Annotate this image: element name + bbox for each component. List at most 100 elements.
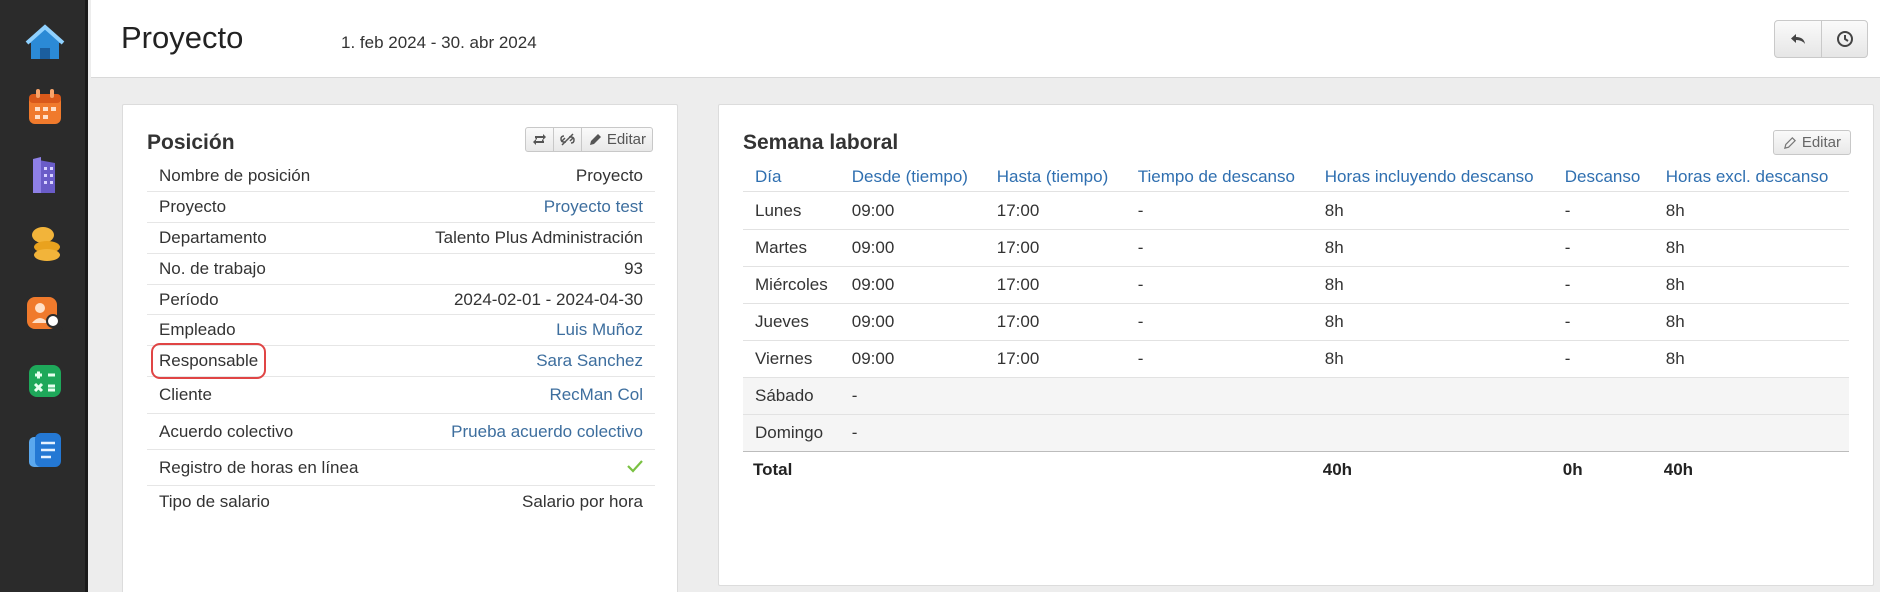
cell-from: 09:00 [839, 229, 985, 267]
detail-label: Registro de horas en línea [159, 457, 359, 477]
responsible-link[interactable]: Sara Sanchez [536, 351, 643, 371]
page-header: Proyecto 1. feb 2024 - 30. abr 2024 [91, 0, 1880, 78]
detail-label: Tipo de salario [159, 492, 270, 511]
cell-to: 17:00 [984, 303, 1126, 341]
col-header-dia[interactable]: Día [743, 161, 840, 192]
app-nav-rail [0, 0, 88, 592]
cell-hours-excl [1653, 414, 1849, 452]
detail-row-proyecto: Proyecto Proyecto test [147, 192, 655, 223]
col-header-descanso[interactable]: Descanso [1553, 161, 1654, 192]
work-week-title: Semana laboral [743, 131, 899, 154]
col-header-tiempo-descanso[interactable]: Tiempo de descanso [1126, 161, 1313, 192]
detail-label-highlighted: Responsable [150, 343, 267, 379]
cell-break-time: - [1125, 303, 1313, 341]
cell-hours-excl: 8h [1653, 340, 1849, 378]
project-link[interactable]: Proyecto test [544, 197, 643, 217]
cell-break [1552, 377, 1654, 415]
position-edit-button[interactable]: Editar [580, 128, 652, 151]
work-week-panel: Semana laboral Editar Día Desde (tiempo)… [718, 104, 1874, 586]
detail-row-salario: Tipo de salario Salario por hora [147, 486, 655, 518]
position-details: Nombre de posición Proyecto Proyecto Pro… [147, 161, 655, 518]
undo-icon [1791, 34, 1805, 44]
page-title: Proyecto [121, 20, 244, 55]
sync-button[interactable] [526, 128, 553, 151]
cell-from: 09:00 [839, 266, 985, 304]
cell-from: 09:00 [839, 303, 985, 341]
cell-from: 09:00 [839, 191, 985, 230]
unlink-icon [560, 133, 575, 146]
cell-break-time [1125, 377, 1313, 415]
col-header-horas-excl[interactable]: Horas excl. descanso [1654, 161, 1849, 192]
cell-break-time: - [1125, 266, 1313, 304]
header-button-group [1774, 20, 1868, 58]
employee-link[interactable]: Luis Muñoz [556, 320, 643, 340]
cell-break: - [1552, 303, 1654, 341]
cell-to: 17:00 [984, 340, 1126, 378]
col-header-desde[interactable]: Desde (tiempo) [840, 161, 985, 192]
detail-value: Salario por hora [522, 492, 643, 511]
person-search-icon[interactable] [22, 290, 68, 336]
position-edit-label: Editar [606, 131, 646, 148]
table-row: Domingo - [743, 414, 1849, 452]
home-icon[interactable] [22, 20, 68, 66]
building-icon[interactable] [22, 152, 68, 198]
unlink-button[interactable] [552, 128, 581, 151]
cell-to: 17:00 [984, 266, 1126, 304]
cell-from: - [839, 377, 985, 415]
total-label: Total [743, 451, 840, 489]
calendar-icon[interactable] [22, 84, 68, 130]
pencil-icon [1783, 136, 1796, 149]
detail-value: 93 [624, 259, 643, 278]
table-row: Miércoles 09:00 17:00 - 8h - 8h [743, 266, 1849, 304]
cell-break: - [1552, 340, 1654, 378]
work-week-edit-label: Editar [1801, 134, 1841, 151]
document-icon[interactable] [22, 428, 68, 474]
col-header-hasta[interactable]: Hasta (tiempo) [985, 161, 1126, 192]
cell-day: Viernes [743, 340, 840, 378]
table-header-row: Día Desde (tiempo) Hasta (tiempo) Tiempo… [743, 161, 1849, 192]
detail-value: Proyecto [575, 166, 643, 185]
cell-to: 17:00 [984, 229, 1126, 267]
detail-label: No. de trabajo [159, 259, 266, 278]
total-hours-incl: 40h [1312, 451, 1553, 489]
position-toolbar: Editar [524, 127, 653, 152]
detail-label: Cliente [159, 385, 212, 404]
work-week-table: Día Desde (tiempo) Hasta (tiempo) Tiempo… [743, 161, 1849, 489]
cell-break-time: - [1125, 340, 1313, 378]
table-row: Sábado - [743, 377, 1849, 415]
coins-icon[interactable] [22, 220, 68, 266]
cell-hours-incl [1312, 414, 1553, 452]
detail-row-responsable: Responsable Sara Sanchez [147, 343, 655, 379]
back-button[interactable] [1775, 21, 1821, 57]
total-break: 0h [1552, 451, 1654, 489]
cell-break [1552, 414, 1654, 452]
detail-row-periodo: Período 2024-02-01 - 2024-04-30 [147, 285, 655, 315]
cell-break: - [1552, 191, 1654, 230]
detail-label: Departamento [159, 228, 267, 247]
cell-break: - [1552, 266, 1654, 304]
position-panel-title: Posición [147, 131, 235, 154]
position-panel: Posición Editar Nombre de posición Proye… [122, 104, 678, 592]
page-date-range: 1. feb 2024 - 30. abr 2024 [341, 33, 537, 52]
checkmark-icon [627, 458, 643, 478]
table-total-row: Total 40h 0h 40h [743, 451, 1849, 489]
detail-label: Período [159, 289, 219, 309]
cell-day: Miércoles [743, 266, 840, 304]
work-week-edit-button[interactable]: Editar [1772, 130, 1851, 155]
cell-day: Domingo [743, 414, 840, 452]
calculator-icon[interactable] [22, 358, 68, 404]
history-button[interactable] [1821, 21, 1867, 57]
cell-break-time [1125, 414, 1313, 452]
agreement-link[interactable]: Prueba acuerdo colectivo [451, 422, 643, 442]
cell-day: Martes [743, 229, 840, 267]
client-link[interactable]: RecMan Col [549, 385, 643, 405]
cell-to: 17:00 [984, 191, 1126, 230]
cell-break-time: - [1125, 229, 1313, 267]
table-row: Viernes 09:00 17:00 - 8h - 8h [743, 340, 1849, 378]
cell-hours-incl: 8h [1312, 303, 1553, 341]
cell-hours-excl: 8h [1653, 266, 1849, 304]
cell-day: Jueves [743, 303, 840, 341]
cell-hours-incl: 8h [1312, 340, 1553, 378]
cell-from: 09:00 [839, 340, 985, 378]
col-header-horas-incl[interactable]: Horas incluyendo descanso [1313, 161, 1553, 192]
